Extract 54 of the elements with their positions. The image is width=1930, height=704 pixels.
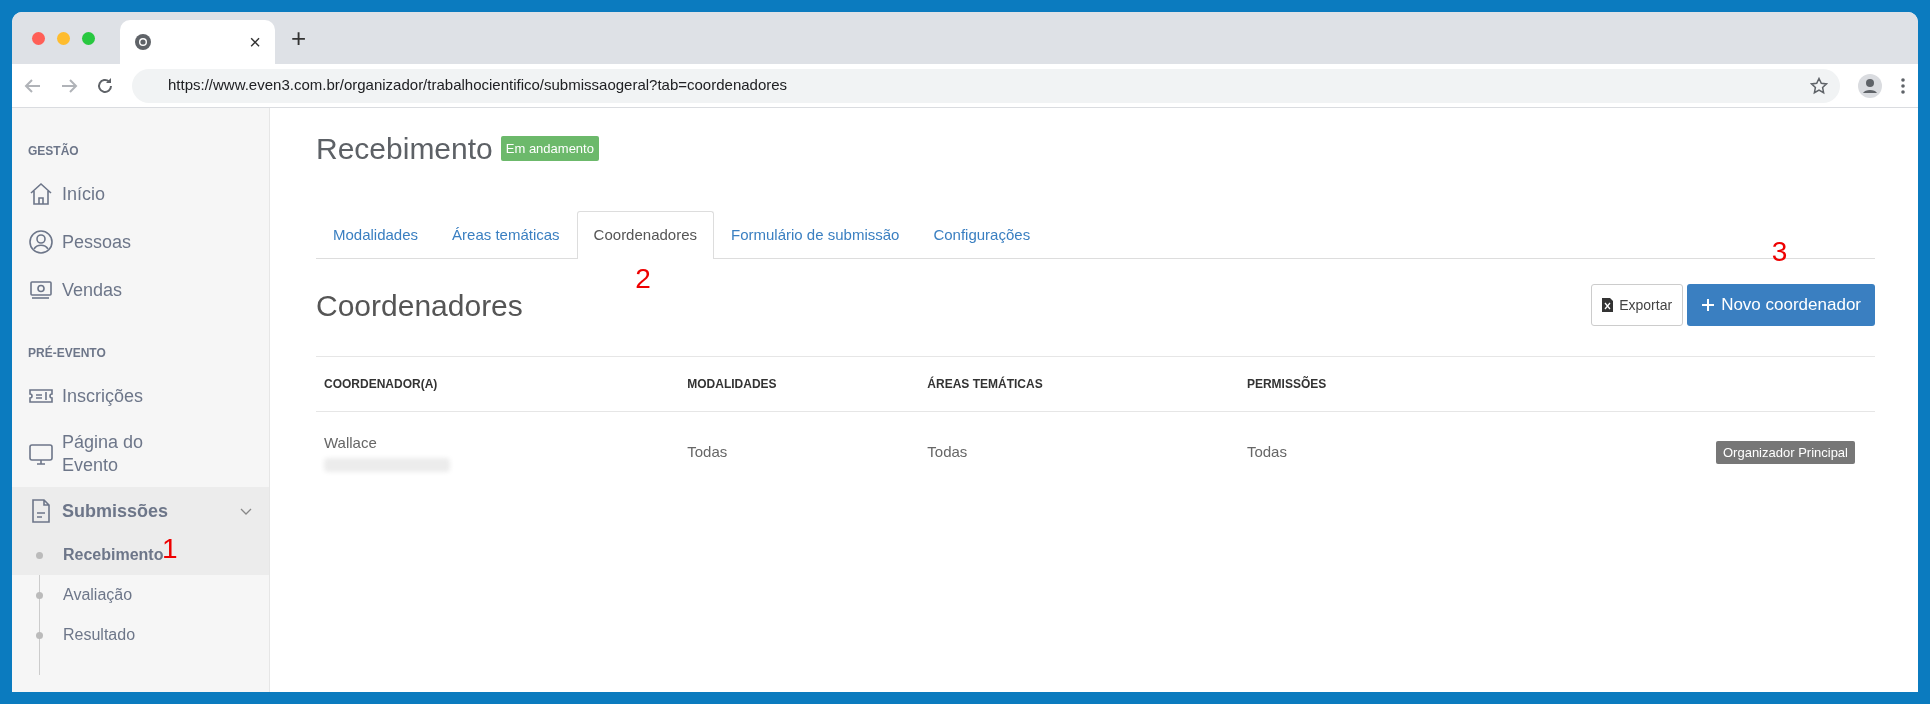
annotation-number: 2 [635, 264, 651, 293]
tab[interactable]: Modalidades [316, 211, 436, 259]
browser-tab[interactable]: × [120, 20, 275, 64]
column-header: ÁREAS TEMÁTICAS [919, 356, 1239, 411]
table-cell: Todas [679, 411, 920, 492]
forward-arrow-icon[interactable] [60, 76, 78, 95]
sidebar-item[interactable]: Vendas [12, 266, 269, 314]
column-header: MODALIDADES [679, 356, 920, 411]
sidebar-item[interactable]: Submissões [12, 487, 269, 535]
role-badge: Organizador Principal [1716, 440, 1855, 464]
table-cell: Todas [1238, 411, 1471, 492]
new-tab-button[interactable]: + [291, 25, 307, 51]
column-header: COORDENADOR(A) [316, 356, 680, 411]
sidebar-item[interactable]: Início [12, 170, 269, 218]
tab[interactable]: Formulário de submissão [714, 211, 917, 259]
home-icon [28, 181, 54, 207]
address-bar[interactable]: https://www.even3.com.br/organizador/trabalhocientifico/submissaogeral?tab=coordenadores [132, 68, 1840, 103]
sidebar-subitem[interactable]: Recebimento1 [12, 535, 269, 575]
reload-icon[interactable] [96, 76, 114, 95]
sidebar-item[interactable]: Página do Evento [12, 420, 269, 487]
export-button[interactable]: Exportar [1591, 284, 1684, 326]
bullet-dot [36, 551, 43, 559]
window-control-button[interactable] [32, 31, 45, 45]
tab[interactable]: Coordenadores [576, 211, 714, 259]
tab-close-button[interactable]: × [249, 32, 261, 52]
kebab-menu-icon[interactable] [1900, 76, 1906, 95]
new-coordinator-button[interactable]: Novo coordenador [1687, 284, 1875, 326]
tab[interactable]: Áreas temáticas [435, 211, 577, 259]
annotation-number: 1 [162, 535, 178, 563]
person-icon [28, 229, 54, 255]
browser-logo-icon [134, 33, 152, 51]
bullet-dot [36, 591, 43, 599]
profile-avatar-icon[interactable] [1858, 73, 1882, 98]
section-heading: PRÉ-EVENTO [27, 344, 107, 362]
coordinator-name: Wallace [324, 432, 378, 453]
section-heading: GESTÃO [27, 142, 80, 160]
annotation-number: 3 [1771, 238, 1788, 267]
window-control-button[interactable] [82, 31, 95, 45]
section-title: Coordenadores [316, 287, 523, 324]
column-header: PERMISSÕES [1238, 356, 1471, 411]
back-arrow-icon[interactable] [24, 76, 42, 95]
page-title: Recebimento [316, 131, 493, 167]
table-cell: Todas [919, 411, 1239, 492]
tab[interactable]: Configurações [916, 211, 1048, 259]
window-control-button[interactable] [57, 31, 70, 45]
status-badge: Em andamento [500, 135, 599, 162]
star-icon[interactable] [1810, 76, 1828, 95]
spreadsheet-file-icon [1602, 298, 1614, 312]
sidebar-item[interactable]: Inscrições [12, 372, 269, 420]
plus-icon [1701, 298, 1716, 312]
sidebar-subitem[interactable]: Avaliação [12, 575, 269, 615]
sidebar-item[interactable]: Pessoas [12, 218, 269, 266]
bullet-dot [36, 631, 43, 639]
sidebar-subitem[interactable]: Resultado [12, 615, 269, 655]
